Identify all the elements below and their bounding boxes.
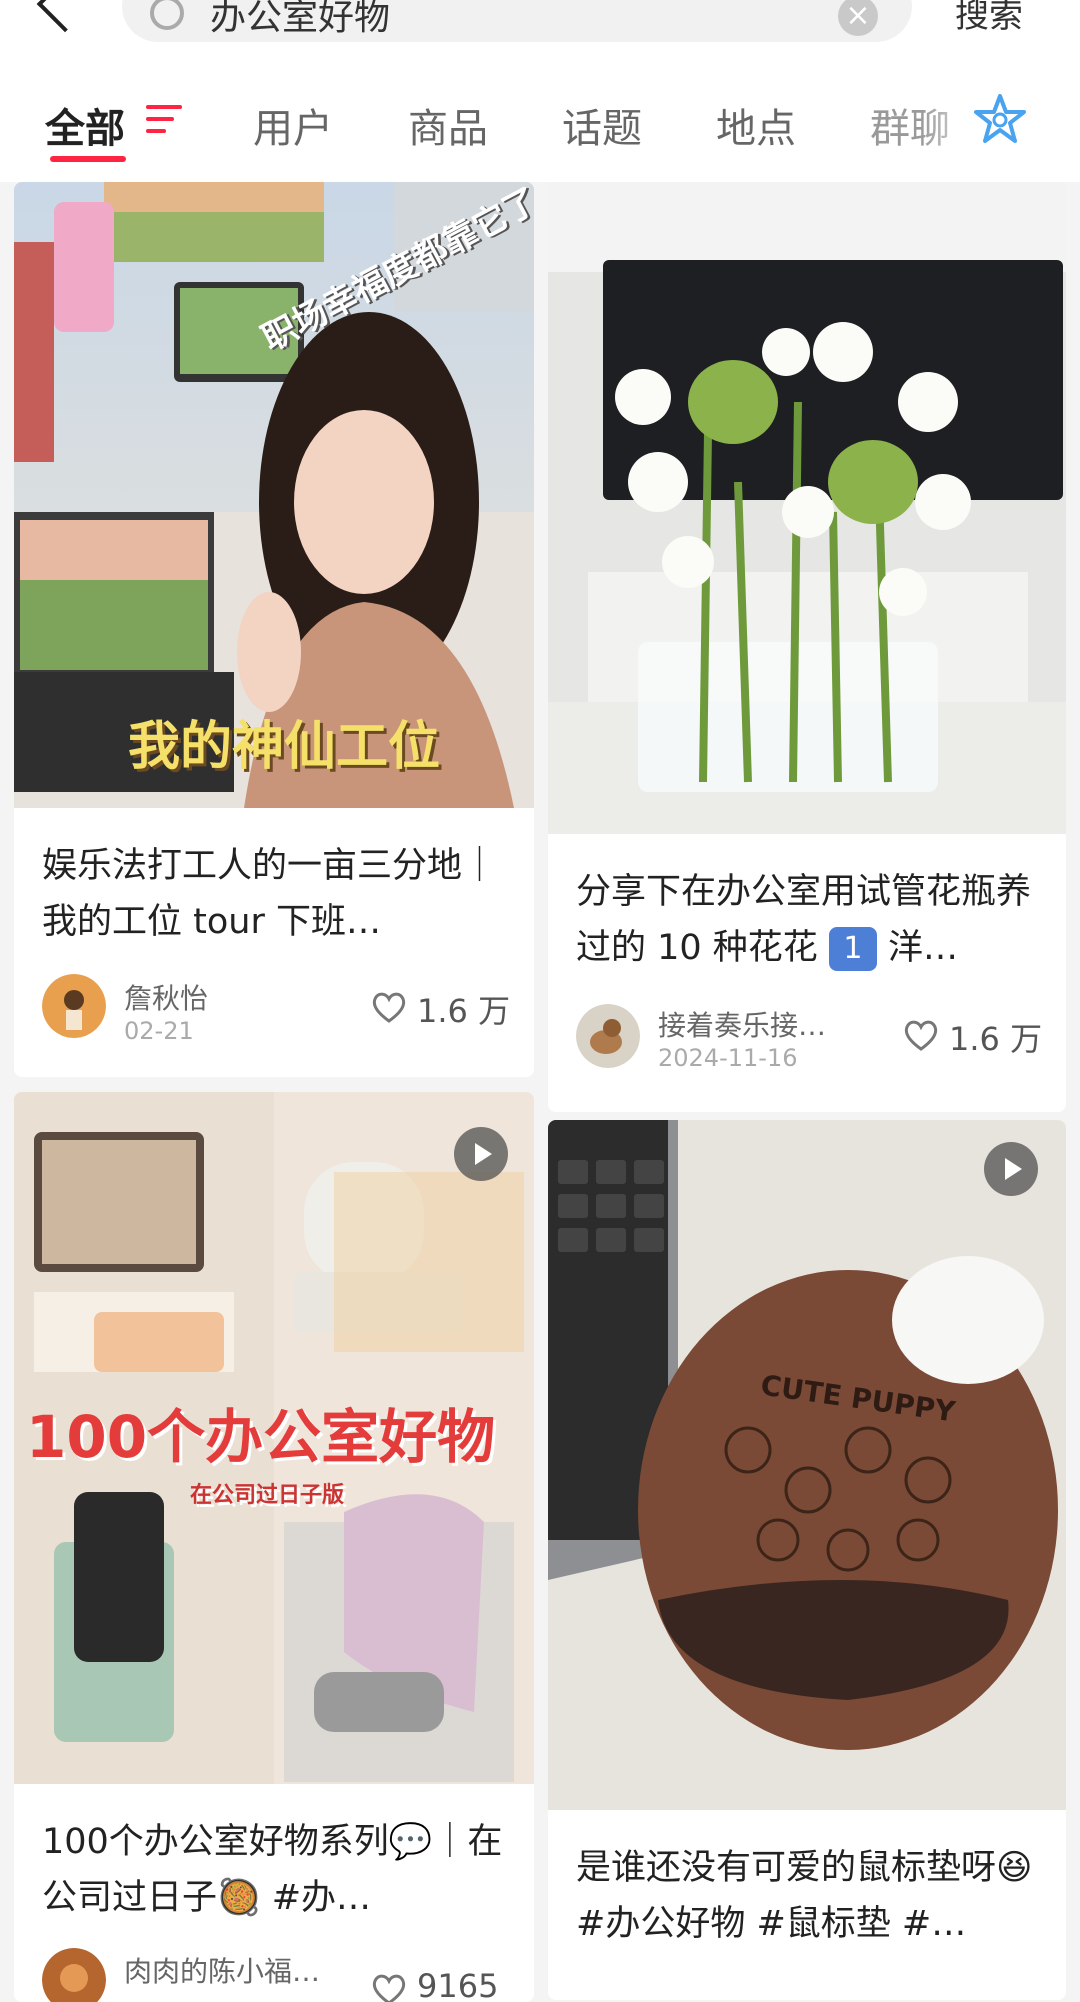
video-play-icon [454, 1127, 508, 1181]
card-3-caption: 100个办公室好物 [26, 1403, 496, 1471]
filter-icon[interactable] [146, 105, 182, 133]
card-1-avatar[interactable] [42, 974, 106, 1038]
card-2-image [548, 182, 1066, 834]
card-3-likes: 9165 [417, 1967, 499, 2002]
tab-topics[interactable]: 话题 [562, 96, 642, 154]
search-button[interactable]: 搜索 [955, 0, 1023, 37]
card-3-avatar[interactable] [42, 1948, 106, 2002]
feed-card-2[interactable]: 分享下在办公室用试管花瓶养过的 10 种花花 1 洋… 接着奏乐接… 2024-… [548, 182, 1066, 1112]
feed-card-4[interactable]: CUTE PUPPY 是谁还没有可爱的鼠标垫呀😆 #办公好物 #鼠标垫 #… [548, 1120, 1066, 2000]
top-bar: 办公室好物 × 搜索 [0, 0, 1080, 60]
card-1-author[interactable]: 詹秋怡 [124, 977, 208, 1017]
tab-places[interactable]: 地点 [716, 96, 796, 154]
video-play-icon [984, 1142, 1038, 1196]
keycap-one-emoji: 1 [828, 927, 877, 971]
card-2-likes: 1.6 万 [949, 1020, 1043, 1058]
card-1-likes: 1.6 万 [417, 992, 511, 1030]
tab-users[interactable]: 用户 [253, 96, 333, 154]
ai-sparkle-icon[interactable] [972, 92, 1028, 148]
tab-products[interactable]: 商品 [408, 96, 488, 154]
card-1-caption: 我的神仙工位 [128, 717, 441, 777]
search-input[interactable]: 办公室好物 × [122, 0, 912, 42]
card-1-title[interactable]: 娱乐法打工人的一亩三分地｜我的工位 tour 下班… [42, 838, 512, 950]
tab-all[interactable]: 全部 [45, 96, 125, 154]
feed-card-3[interactable]: 100个办公室好物 在公司过日子版 100个办公室好物系列💬｜在公司过日子🥘 #… [14, 1092, 534, 2002]
card-4-title[interactable]: 是谁还没有可爱的鼠标垫呀😆 #办公好物 #鼠标垫 #… [576, 1840, 1046, 1952]
like-heart-icon[interactable] [903, 1018, 939, 1052]
search-icon [150, 0, 184, 30]
search-query-text: 办公室好物 [210, 0, 391, 38]
card-3-author[interactable]: 肉肉的陈小福… [124, 1950, 320, 1990]
card-4-image [548, 1120, 1066, 1810]
feed-card-1[interactable]: 职场幸福度都靠它了 我的神仙工位 娱乐法打工人的一亩三分地｜我的工位 tour … [14, 182, 534, 1077]
card-2-title[interactable]: 分享下在办公室用试管花瓶养过的 10 种花花 1 洋… [576, 864, 1046, 976]
card-2-author[interactable]: 接着奏乐接… [658, 1004, 826, 1044]
result-tabs: 全部 用户 商品 话题 地点 群聊 [0, 60, 1080, 182]
card-3-subcaption: 在公司过日子版 [190, 1483, 345, 1508]
card-1-date: 02-21 [124, 1017, 194, 1045]
back-arrow-icon[interactable] [36, 0, 94, 33]
card-2-date: 2024-11-16 [658, 1044, 798, 1072]
card-2-avatar[interactable] [576, 1004, 640, 1068]
active-tab-indicator [50, 156, 126, 162]
clear-search-icon[interactable]: × [838, 0, 878, 36]
card-3-title[interactable]: 100个办公室好物系列💬｜在公司过日子🥘 #办… [42, 1814, 512, 1926]
like-heart-icon[interactable] [371, 990, 407, 1024]
like-heart-icon[interactable] [371, 1972, 407, 2002]
